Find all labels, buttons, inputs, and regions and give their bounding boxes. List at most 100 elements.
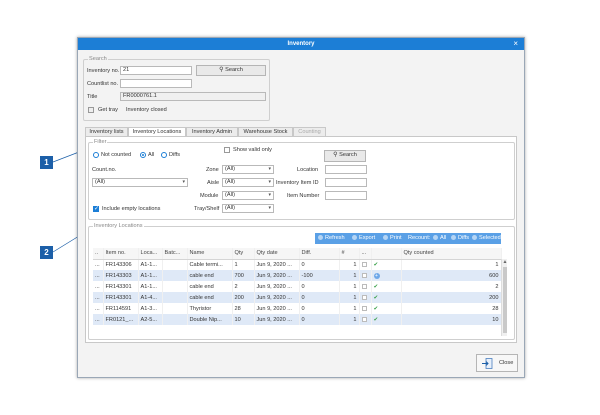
table-row[interactable]: ... FR143306 A1-1... Cable termi... 1 Ju… (93, 259, 502, 270)
radio-diffs-label: Diffs (169, 152, 181, 158)
item-number-input[interactable] (325, 191, 367, 200)
tray-shelf-select[interactable]: (All) ▾ (222, 204, 274, 213)
row-checkbox[interactable] (361, 272, 367, 278)
table-scrollbar[interactable]: ▲ (501, 259, 507, 336)
zone-select[interactable]: (All) ▾ (222, 165, 274, 174)
search-button[interactable]: ⚲ Search (196, 65, 266, 76)
export-icon (352, 235, 357, 240)
close-button-label: Close (499, 360, 514, 366)
aisle-select[interactable]: (All) ▾ (222, 178, 274, 187)
cell-qty-counted[interactable]: 10 (401, 314, 502, 325)
cell-qty-counted[interactable]: 28 (401, 303, 502, 314)
get-tray-label: Get tray (98, 107, 118, 113)
radio-not-counted[interactable] (93, 152, 99, 158)
cell-status: + (371, 270, 402, 281)
refresh-button[interactable]: Refresh (318, 233, 345, 244)
inventory-item-id-input[interactable] (325, 178, 367, 187)
row-menu[interactable]: ... (93, 303, 104, 314)
column-header[interactable]: Qty (232, 248, 255, 260)
column-header[interactable] (371, 248, 402, 260)
row-menu[interactable]: ... (93, 259, 104, 270)
cell-location: A1-1... (138, 270, 163, 281)
include-empty-checkbox[interactable] (93, 205, 99, 212)
cell-qty-counted[interactable]: 2 (401, 281, 502, 292)
column-header[interactable]: Qty counted (401, 248, 502, 260)
export-button[interactable]: Export (352, 233, 375, 244)
recount-selected-label: Selected (479, 235, 501, 241)
cell-qty-counted[interactable]: 600 (401, 270, 502, 281)
cell-count: 1 (339, 314, 360, 325)
chevron-up-icon[interactable]: ▲ (502, 259, 508, 265)
row-checkbox[interactable] (361, 283, 367, 289)
cell-diff: 0 (299, 303, 340, 314)
include-empty-label: Include empty locations (102, 206, 161, 212)
table-row[interactable]: ... FR143301 A1-1... cable end 2 Jun 9, … (93, 281, 502, 292)
recount-all-button[interactable]: All (433, 233, 446, 244)
location-input[interactable] (325, 165, 367, 174)
cell-name: Cable termi... (187, 259, 233, 270)
search-button-label: Search (225, 67, 243, 73)
cell-name: Thyristor (187, 303, 233, 314)
table-row[interactable]: ... FR114591 A1-3... Thyristor 28 Jun 9,… (93, 303, 502, 314)
cell-diff: 0 (299, 259, 340, 270)
row-checkbox[interactable] (361, 294, 367, 300)
aisle-value: (All) (225, 179, 235, 185)
cell-qty-counted[interactable]: 1 (401, 259, 502, 270)
filter-search-button[interactable]: ⚲ Search (324, 150, 366, 162)
table-row[interactable]: ... FR143303 A1-1... cable end 700 Jun 9… (93, 270, 502, 281)
row-menu[interactable]: ... (93, 270, 104, 281)
column-header[interactable]: Item no. (103, 248, 139, 260)
row-checkbox[interactable] (361, 316, 367, 322)
row-checkbox[interactable] (361, 261, 367, 267)
cell-qty-counted[interactable]: 200 (401, 292, 502, 303)
close-button[interactable]: Close (476, 354, 518, 372)
filter-group-title: Filter (93, 139, 108, 145)
row-menu[interactable]: ... (93, 314, 104, 325)
recount-diffs-button[interactable]: Diffs (451, 233, 469, 244)
cell-status: ✔ (371, 303, 402, 314)
cell-select[interactable] (359, 303, 372, 314)
radio-all-label: All (148, 152, 155, 158)
cell-qty: 700 (232, 270, 255, 281)
cell-select[interactable] (359, 270, 372, 281)
column-header[interactable]: .. (93, 248, 104, 260)
inventory-no-label: Inventory no. (87, 68, 120, 74)
table-row[interactable]: ... FR143301 A1-4... cable end 200 Jun 9… (93, 292, 502, 303)
cell-select[interactable] (359, 292, 372, 303)
locations-toolbar: Refresh Export Print Recount: All Diffs … (315, 233, 501, 244)
scrollbar-thumb[interactable] (503, 267, 507, 333)
recount-selected-button[interactable]: Selected (472, 233, 501, 244)
cell-select[interactable] (359, 281, 372, 292)
get-tray-checkbox[interactable] (88, 107, 94, 113)
cell-qty-date: Jun 9, 2020 ... (254, 292, 300, 303)
column-header[interactable]: Qty date (254, 248, 300, 260)
row-checkbox[interactable] (361, 305, 367, 311)
module-select[interactable]: (All) ▾ (222, 191, 274, 200)
radio-all[interactable] (140, 152, 146, 158)
countlist-no-input[interactable] (120, 79, 192, 88)
refresh-label: Refresh (325, 235, 345, 241)
table-row[interactable]: ... FR0121_... A2-5... Double Nip... 10 … (93, 314, 502, 325)
radio-not-counted-label: Not counted (101, 152, 132, 158)
zone-value: (All) (225, 166, 235, 172)
print-button[interactable]: Print (383, 233, 402, 244)
cell-select[interactable] (359, 259, 372, 270)
row-menu[interactable]: ... (93, 292, 104, 303)
column-header[interactable]: ... (359, 248, 372, 260)
column-header[interactable]: Diff. (299, 248, 340, 260)
column-header[interactable]: Batc... (162, 248, 188, 260)
chevron-down-icon: ▾ (268, 192, 271, 198)
inventory-no-input[interactable]: 21 (120, 66, 192, 75)
column-header[interactable]: Loca... (138, 248, 163, 260)
row-menu[interactable]: ... (93, 281, 104, 292)
close-icon[interactable]: × (513, 38, 518, 49)
count-no-select[interactable]: (All) ▾ (92, 178, 188, 187)
check-icon: ✔ (373, 261, 379, 268)
radio-diffs[interactable] (161, 152, 167, 158)
column-header[interactable]: # (339, 248, 360, 260)
show-valid-only-checkbox[interactable] (224, 147, 230, 153)
recount-label: Recount: (408, 235, 431, 241)
cell-select[interactable] (359, 314, 372, 325)
cell-batch (162, 314, 188, 325)
column-header[interactable]: Name (187, 248, 233, 260)
